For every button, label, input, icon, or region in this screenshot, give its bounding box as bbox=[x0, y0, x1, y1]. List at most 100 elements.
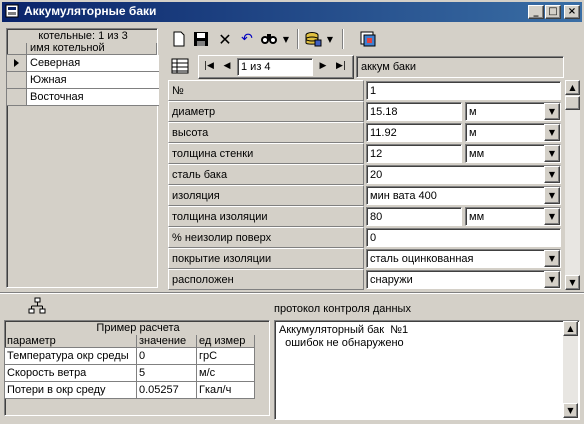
scroll-up-icon[interactable]: ▲ bbox=[565, 80, 580, 95]
unit-cell[interactable]: м/с bbox=[197, 365, 255, 382]
table-row[interactable]: Северная bbox=[7, 55, 159, 72]
protocol-scrollbar[interactable]: ▲ ▼ bbox=[563, 321, 578, 418]
property-row-insulation-cover: покрытие изоляции сталь оцинкованная ▼ bbox=[168, 248, 565, 269]
chevron-down-icon[interactable]: ▼ bbox=[544, 271, 560, 288]
insulation-thickness-field[interactable]: 80 bbox=[366, 207, 462, 226]
value-cell[interactable]: 0 bbox=[137, 348, 197, 365]
parameter-cell[interactable]: Скорость ветра bbox=[5, 365, 137, 382]
property-row-tank-steel: сталь бака 20 ▼ bbox=[168, 164, 565, 185]
current-row-indicator bbox=[7, 55, 27, 72]
parameter-cell[interactable]: Температура окр среды bbox=[5, 348, 137, 365]
height-field[interactable]: 11.92 bbox=[366, 123, 462, 142]
boiler-name-cell[interactable]: Восточная bbox=[27, 89, 159, 106]
chevron-down-icon[interactable]: ▼ bbox=[544, 103, 560, 120]
toolbar-separator bbox=[342, 29, 344, 49]
maximize-icon[interactable]: □ bbox=[545, 5, 561, 19]
table-row[interactable]: Восточная bbox=[7, 89, 159, 106]
chevron-down-icon[interactable]: ▼ bbox=[544, 250, 560, 267]
table-row[interactable]: Южная bbox=[7, 72, 159, 89]
property-label: сталь бака bbox=[168, 164, 364, 185]
chevron-down-icon[interactable]: ▼ bbox=[544, 145, 560, 162]
column-header-boiler-name[interactable]: имя котельной bbox=[27, 43, 157, 55]
row-indicator bbox=[7, 89, 27, 106]
protocol-log[interactable]: Аккумуляторный бак №1 ошибок не обнаруже… bbox=[274, 320, 580, 420]
find-icon[interactable] bbox=[258, 28, 280, 50]
unit-cell[interactable]: Гкал/ч bbox=[197, 382, 255, 399]
scroll-up-icon[interactable]: ▲ bbox=[563, 321, 578, 336]
minimize-icon[interactable]: _ bbox=[528, 5, 544, 19]
property-row-wall-thickness: толщина стенки 12 мм ▼ bbox=[168, 143, 565, 164]
toolbar-separator bbox=[297, 29, 299, 49]
insulation-cover-select[interactable]: сталь оцинкованная bbox=[366, 249, 561, 268]
database-icon[interactable] bbox=[302, 28, 324, 50]
horizontal-splitter[interactable] bbox=[0, 292, 584, 294]
export-icon[interactable] bbox=[357, 28, 379, 50]
scroll-down-icon[interactable]: ▼ bbox=[565, 275, 580, 290]
property-row-diameter: диаметр 15.18 м ▼ bbox=[168, 101, 565, 122]
first-record-icon[interactable]: |◀ bbox=[201, 58, 217, 76]
boiler-grid-caption: котельные: 1 из 3 bbox=[38, 30, 128, 42]
value-cell[interactable]: 5 bbox=[137, 365, 197, 382]
property-row-uninsulated-surface: % неизолир поверх 0 bbox=[168, 227, 565, 248]
row-pointer-icon bbox=[14, 59, 19, 67]
find-dropdown-icon[interactable]: ▼ bbox=[280, 28, 292, 50]
tank-steel-select[interactable]: 20 bbox=[366, 165, 561, 184]
title-bar: Аккумуляторные баки _ □ × bbox=[0, 0, 584, 22]
chevron-down-icon[interactable]: ▼ bbox=[544, 166, 560, 183]
uninsulated-surface-field[interactable]: 0 bbox=[366, 228, 561, 247]
save-icon[interactable] bbox=[190, 28, 212, 50]
log-line: ошибок не обнаружено bbox=[279, 337, 404, 349]
property-row-insulation-thickness: толщина изоляции 80 мм ▼ bbox=[168, 206, 565, 227]
parameter-cell[interactable]: Потери в окр среду bbox=[5, 382, 137, 399]
property-label: покрытие изоляции bbox=[168, 248, 364, 269]
protocol-title: протокол контроля данных bbox=[274, 303, 411, 315]
app-icon bbox=[5, 4, 19, 18]
property-label: высота bbox=[168, 122, 364, 143]
property-label: расположен bbox=[168, 269, 364, 290]
number-field[interactable]: 1 bbox=[366, 81, 561, 100]
property-grid-scrollbar[interactable]: ▲ ▼ bbox=[565, 80, 580, 290]
column-header-parameter[interactable]: параметр bbox=[5, 335, 137, 348]
undo-icon[interactable]: ↶ bbox=[236, 28, 258, 50]
value-cell[interactable]: 0.05257 bbox=[137, 382, 197, 399]
boiler-name-cell[interactable]: Северная bbox=[27, 55, 159, 72]
record-navigator: |◀ ◀ 1 из 4 ▶ ▶| bbox=[198, 55, 354, 79]
scroll-thumb[interactable] bbox=[565, 96, 580, 110]
wall-thickness-field[interactable]: 12 bbox=[366, 144, 462, 163]
location-select[interactable]: снаружи bbox=[366, 270, 561, 289]
chevron-down-icon[interactable]: ▼ bbox=[544, 208, 560, 225]
log-line: Аккумуляторный бак №1 bbox=[279, 324, 409, 336]
unit-cell[interactable]: грС bbox=[197, 348, 255, 365]
grid-view-icon[interactable] bbox=[170, 57, 194, 77]
chevron-down-icon[interactable]: ▼ bbox=[544, 187, 560, 204]
delete-icon[interactable]: ✕ bbox=[214, 28, 236, 50]
example-caption: Пример расчета bbox=[96, 322, 180, 334]
scroll-down-icon[interactable]: ▼ bbox=[563, 403, 578, 418]
property-row-height: высота 11.92 м ▼ bbox=[168, 122, 565, 143]
next-record-icon[interactable]: ▶ bbox=[315, 58, 331, 76]
boiler-grid[interactable]: котельные: 1 из 3 имя котельной Северная… bbox=[6, 28, 159, 288]
previous-record-icon[interactable]: ◀ bbox=[219, 58, 235, 76]
column-header-unit[interactable]: ед измер bbox=[197, 335, 255, 348]
record-position-field[interactable]: 1 из 4 bbox=[237, 58, 313, 76]
example-calculation-table: Пример расчета параметр значение ед изме… bbox=[4, 320, 270, 416]
boiler-name-cell[interactable]: Южная bbox=[27, 72, 159, 89]
property-label: изоляция bbox=[168, 185, 364, 206]
property-label: № bbox=[168, 80, 364, 101]
property-grid: № 1 диаметр 15.18 м ▼ высота 11.92 м ▼ т… bbox=[168, 80, 565, 290]
hierarchy-icon[interactable] bbox=[28, 297, 46, 315]
column-header-value[interactable]: значение bbox=[137, 335, 197, 348]
new-icon[interactable] bbox=[168, 28, 190, 50]
close-icon[interactable]: × bbox=[564, 5, 580, 19]
row-indicator-header bbox=[7, 43, 27, 55]
record-label: аккум баки bbox=[356, 56, 564, 78]
chevron-down-icon[interactable]: ▼ bbox=[544, 124, 560, 141]
property-row-insulation: изоляция мин вата 400 ▼ bbox=[168, 185, 565, 206]
diameter-field[interactable]: 15.18 bbox=[366, 102, 462, 121]
database-dropdown-icon[interactable]: ▼ bbox=[324, 28, 336, 50]
property-label: % неизолир поверх bbox=[168, 227, 364, 248]
insulation-select[interactable]: мин вата 400 bbox=[366, 186, 561, 205]
property-label: толщина изоляции bbox=[168, 206, 364, 227]
property-label: толщина стенки bbox=[168, 143, 364, 164]
last-record-icon[interactable]: ▶| bbox=[333, 58, 349, 76]
